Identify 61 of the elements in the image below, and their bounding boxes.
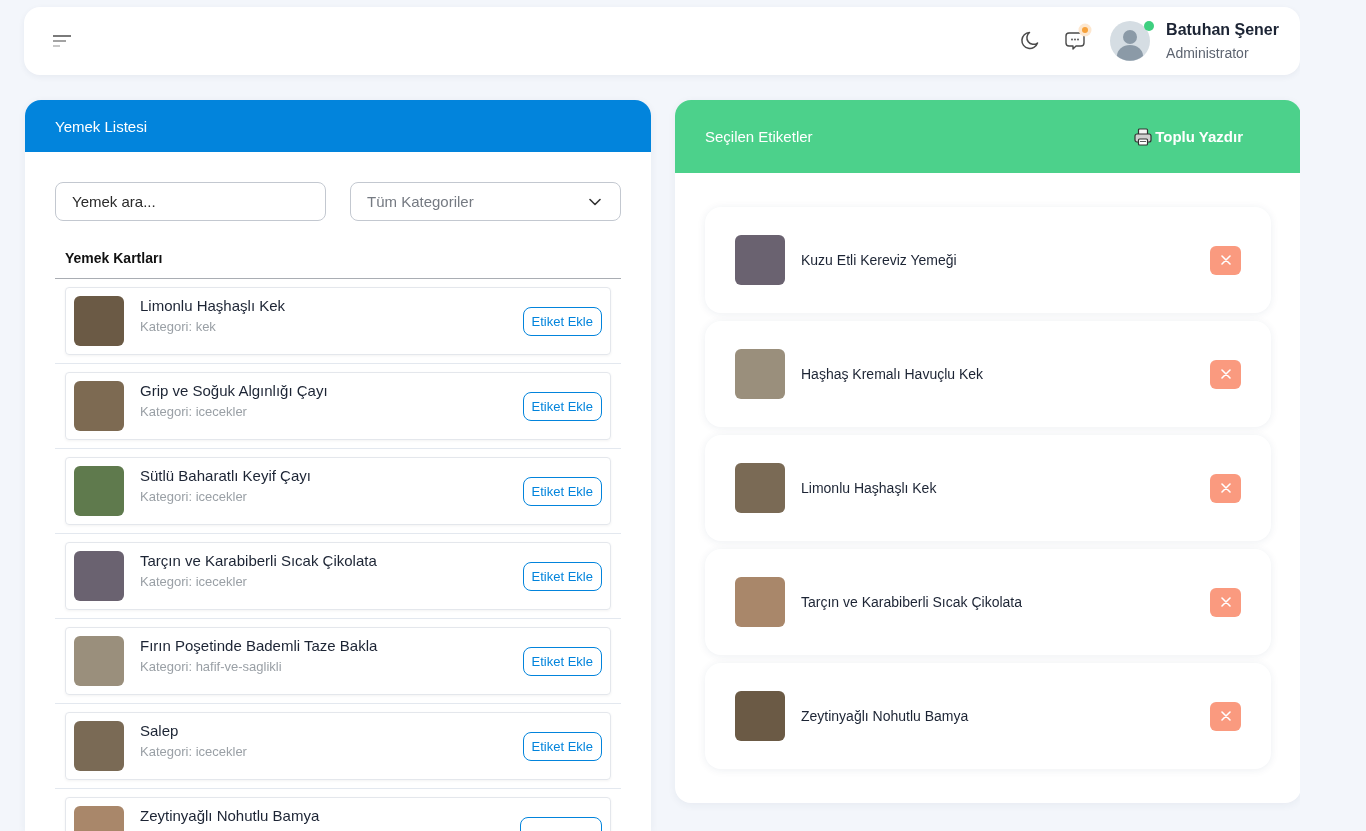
food-name: Limonlu Haşhaşlı Kek — [140, 296, 287, 315]
food-category: Kategori: kek — [140, 319, 217, 335]
food-category: Kategori: icecekler — [140, 489, 248, 505]
panel-title: Seçilen Etiketler — [705, 128, 813, 145]
label-name: Tarçın ve Karabiberli Sıcak Çikolata — [801, 594, 1023, 610]
user-role: Administrator — [1166, 44, 1250, 62]
food-name: Zeytinyağlı Nohutlu Bamya — [140, 806, 321, 825]
photo-placeholder — [735, 349, 785, 399]
photo-placeholder — [74, 551, 124, 601]
photo-placeholder — [735, 577, 785, 627]
menu-button[interactable] — [51, 33, 73, 49]
food-category: Kategori: icecekler — [140, 574, 248, 590]
food-name: Tarçın ve Karabiberli Sıcak Çikolata — [140, 551, 378, 570]
messages-button[interactable] — [1065, 31, 1086, 51]
add-label-button[interactable]: Etiket Ekle — [522, 391, 602, 421]
add-label-button[interactable]: Etiket Ekle — [522, 476, 602, 506]
close-icon — [1220, 483, 1231, 493]
photo-placeholder — [74, 296, 124, 346]
label-name: Kuzu Etli Kereviz Yemeği — [801, 252, 958, 268]
photo-placeholder — [735, 463, 785, 513]
close-icon — [1220, 255, 1231, 265]
label-name: Zeytinyağlı Nohutlu Bamya — [801, 708, 970, 724]
photo-placeholder — [74, 721, 124, 771]
search-field[interactable]: Yemek ara... — [55, 182, 326, 221]
photo-placeholder — [735, 235, 785, 285]
add-label-button[interactable]: Etiket Ekle — [522, 646, 602, 676]
remove-button[interactable] — [1210, 245, 1241, 275]
close-icon — [1220, 711, 1231, 721]
food-name: Grip ve Soğuk Algınlığı Çayı — [140, 381, 329, 400]
avatar-icon — [1110, 21, 1151, 61]
theme-toggle-button[interactable] — [1019, 31, 1040, 51]
add-label-button[interactable]: Etiket Ekle — [522, 306, 602, 336]
photo-placeholder — [74, 466, 124, 516]
close-icon — [1220, 597, 1231, 607]
section-heading: Yemek Kartları — [55, 239, 621, 279]
chevron-down-icon — [589, 197, 601, 206]
menu-icon — [53, 35, 71, 47]
user-name: Batuhan Şener — [1166, 20, 1279, 40]
food-category: Kategori: hafif-ve-saglikli — [140, 659, 283, 675]
remove-button[interactable] — [1210, 587, 1241, 617]
panel-title: Yemek Listesi — [55, 117, 147, 135]
food-name: Salep — [140, 721, 180, 740]
remove-button[interactable] — [1210, 359, 1241, 389]
food-name: Fırın Poşetinde Bademli Taze Bakla — [140, 636, 379, 655]
photo-placeholder — [735, 691, 785, 741]
label-name: Haşhaş Kremalı Havuçlu Kek — [801, 366, 985, 382]
printer-icon — [1134, 127, 1153, 146]
food-category: Kategori: icecekler — [140, 744, 248, 760]
photo-placeholder — [74, 636, 124, 686]
food-name: Sütlü Baharatlı Keyif Çayı — [140, 466, 312, 485]
remove-button[interactable] — [1210, 701, 1241, 731]
chat-bubble-icon — [1065, 31, 1086, 51]
remove-button[interactable] — [1210, 473, 1241, 503]
category-select[interactable]: Tüm Kategoriler — [350, 182, 621, 221]
add-label-button[interactable]: Etiket Ekle — [522, 561, 602, 591]
moon-icon — [1019, 31, 1040, 51]
food-category: Kategori: icecekler — [140, 404, 248, 420]
label-name: Limonlu Haşhaşlı Kek — [801, 480, 938, 496]
photo-placeholder — [74, 381, 124, 431]
close-icon — [1220, 369, 1231, 379]
add-label-button[interactable]: Etiket Ekle — [522, 731, 602, 761]
